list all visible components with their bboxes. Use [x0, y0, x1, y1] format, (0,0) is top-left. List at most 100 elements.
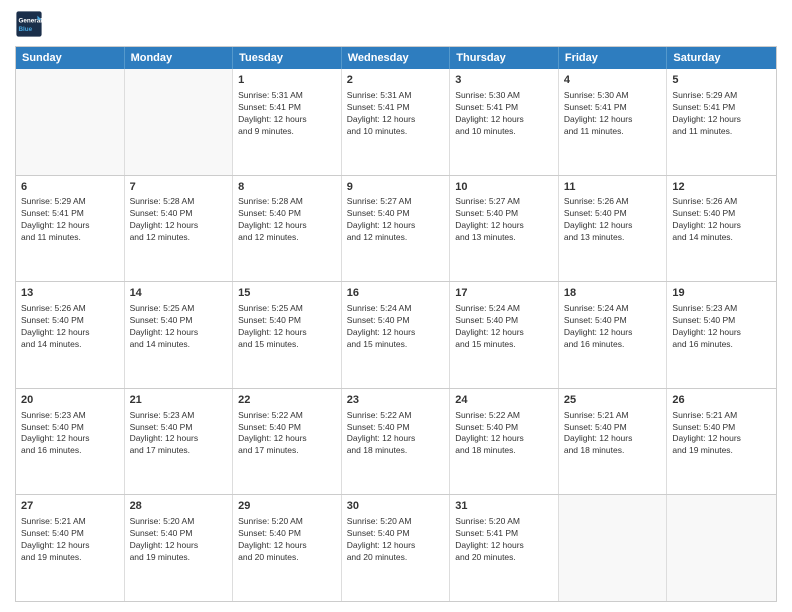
calendar-header-cell: Friday — [559, 47, 668, 69]
day-info: Sunrise: 5:29 AM Sunset: 5:41 PM Dayligh… — [21, 196, 119, 244]
day-number: 25 — [564, 393, 662, 408]
calendar-cell: 1 Sunrise: 5:31 AM Sunset: 5:41 PM Daylig… — [233, 69, 342, 175]
day-number: 14 — [130, 286, 228, 301]
day-info: Sunrise: 5:24 AM Sunset: 5:40 PM Dayligh… — [455, 303, 553, 351]
day-info: Sunrise: 5:21 AM Sunset: 5:40 PM Dayligh… — [564, 410, 662, 458]
day-info: Sunrise: 5:31 AM Sunset: 5:41 PM Dayligh… — [238, 90, 336, 138]
day-number: 5 — [672, 73, 771, 88]
calendar-cell — [125, 69, 234, 175]
day-info: Sunrise: 5:25 AM Sunset: 5:40 PM Dayligh… — [130, 303, 228, 351]
calendar-cell: 22 Sunrise: 5:22 AM Sunset: 5:40 PM Dayli… — [233, 389, 342, 495]
calendar-row: 13 Sunrise: 5:26 AM Sunset: 5:40 PM Dayli… — [16, 281, 776, 388]
day-info: Sunrise: 5:22 AM Sunset: 5:40 PM Dayligh… — [455, 410, 553, 458]
day-info: Sunrise: 5:28 AM Sunset: 5:40 PM Dayligh… — [130, 196, 228, 244]
day-info: Sunrise: 5:30 AM Sunset: 5:41 PM Dayligh… — [564, 90, 662, 138]
calendar-cell: 18 Sunrise: 5:24 AM Sunset: 5:40 PM Dayli… — [559, 282, 668, 388]
calendar-header-cell: Monday — [125, 47, 234, 69]
calendar-cell: 11Sunrise: 5:26 AM Sunset: 5:40 PM Dayli… — [559, 176, 668, 282]
day-number: 4 — [564, 73, 662, 88]
calendar-cell: 16 Sunrise: 5:24 AM Sunset: 5:40 PM Dayli… — [342, 282, 451, 388]
calendar-row: 6Sunrise: 5:29 AM Sunset: 5:41 PM Daylig… — [16, 175, 776, 282]
calendar-cell: 7Sunrise: 5:28 AM Sunset: 5:40 PM Daylig… — [125, 176, 234, 282]
day-number: 11 — [564, 180, 662, 195]
day-number: 8 — [238, 180, 336, 195]
calendar-cell: 26Sunrise: 5:21 AM Sunset: 5:40 PM Dayli… — [667, 389, 776, 495]
day-number: 24 — [455, 393, 553, 408]
day-number: 13 — [21, 286, 119, 301]
calendar-cell — [559, 495, 668, 601]
calendar-cell: 31 Sunrise: 5:20 AM Sunset: 5:41 PM Dayli… — [450, 495, 559, 601]
day-number: 6 — [21, 180, 119, 195]
calendar-cell: 25 Sunrise: 5:21 AM Sunset: 5:40 PM Dayli… — [559, 389, 668, 495]
day-info: Sunrise: 5:26 AM Sunset: 5:40 PM Dayligh… — [21, 303, 119, 351]
calendar-cell: 17 Sunrise: 5:24 AM Sunset: 5:40 PM Dayli… — [450, 282, 559, 388]
calendar-cell: 20 Sunrise: 5:23 AM Sunset: 5:40 PM Dayli… — [16, 389, 125, 495]
day-info: Sunrise: 5:21 AM Sunset: 5:40 PM Dayligh… — [21, 516, 119, 564]
day-number: 31 — [455, 499, 553, 514]
day-number: 26 — [672, 393, 771, 408]
calendar-body: 1 Sunrise: 5:31 AM Sunset: 5:41 PM Daylig… — [16, 69, 776, 601]
day-info: Sunrise: 5:27 AM Sunset: 5:40 PM Dayligh… — [347, 196, 445, 244]
calendar-cell: 14 Sunrise: 5:25 AM Sunset: 5:40 PM Dayli… — [125, 282, 234, 388]
calendar-cell: 28Sunrise: 5:20 AM Sunset: 5:40 PM Dayli… — [125, 495, 234, 601]
calendar-header-cell: Tuesday — [233, 47, 342, 69]
calendar: SundayMondayTuesdayWednesdayThursdayFrid… — [15, 46, 777, 602]
calendar-cell: 21 Sunrise: 5:23 AM Sunset: 5:40 PM Dayli… — [125, 389, 234, 495]
logo-icon: General Blue — [15, 10, 43, 38]
day-info: Sunrise: 5:24 AM Sunset: 5:40 PM Dayligh… — [347, 303, 445, 351]
day-number: 3 — [455, 73, 553, 88]
day-number: 15 — [238, 286, 336, 301]
calendar-cell: 2 Sunrise: 5:31 AM Sunset: 5:41 PM Daylig… — [342, 69, 451, 175]
day-number: 12 — [672, 180, 771, 195]
day-info: Sunrise: 5:20 AM Sunset: 5:40 PM Dayligh… — [347, 516, 445, 564]
day-number: 23 — [347, 393, 445, 408]
day-info: Sunrise: 5:27 AM Sunset: 5:40 PM Dayligh… — [455, 196, 553, 244]
day-info: Sunrise: 5:23 AM Sunset: 5:40 PM Dayligh… — [672, 303, 771, 351]
day-info: Sunrise: 5:20 AM Sunset: 5:40 PM Dayligh… — [130, 516, 228, 564]
day-info: Sunrise: 5:20 AM Sunset: 5:41 PM Dayligh… — [455, 516, 553, 564]
calendar-cell: 5 Sunrise: 5:29 AM Sunset: 5:41 PM Daylig… — [667, 69, 776, 175]
calendar-cell: 13 Sunrise: 5:26 AM Sunset: 5:40 PM Dayli… — [16, 282, 125, 388]
day-info: Sunrise: 5:22 AM Sunset: 5:40 PM Dayligh… — [347, 410, 445, 458]
calendar-cell: 19Sunrise: 5:23 AM Sunset: 5:40 PM Dayli… — [667, 282, 776, 388]
day-number: 18 — [564, 286, 662, 301]
day-number: 30 — [347, 499, 445, 514]
day-number: 16 — [347, 286, 445, 301]
day-number: 21 — [130, 393, 228, 408]
calendar-cell: 6Sunrise: 5:29 AM Sunset: 5:41 PM Daylig… — [16, 176, 125, 282]
calendar-cell — [667, 495, 776, 601]
day-number: 1 — [238, 73, 336, 88]
day-info: Sunrise: 5:26 AM Sunset: 5:40 PM Dayligh… — [672, 196, 771, 244]
day-number: 20 — [21, 393, 119, 408]
day-number: 2 — [347, 73, 445, 88]
calendar-header: SundayMondayTuesdayWednesdayThursdayFrid… — [16, 47, 776, 69]
day-number: 22 — [238, 393, 336, 408]
day-info: Sunrise: 5:26 AM Sunset: 5:40 PM Dayligh… — [564, 196, 662, 244]
day-info: Sunrise: 5:25 AM Sunset: 5:40 PM Dayligh… — [238, 303, 336, 351]
calendar-header-cell: Wednesday — [342, 47, 451, 69]
day-number: 10 — [455, 180, 553, 195]
day-info: Sunrise: 5:29 AM Sunset: 5:41 PM Dayligh… — [672, 90, 771, 138]
day-info: Sunrise: 5:23 AM Sunset: 5:40 PM Dayligh… — [130, 410, 228, 458]
calendar-header-cell: Thursday — [450, 47, 559, 69]
calendar-cell: 4 Sunrise: 5:30 AM Sunset: 5:41 PM Daylig… — [559, 69, 668, 175]
day-number: 17 — [455, 286, 553, 301]
calendar-cell: 9Sunrise: 5:27 AM Sunset: 5:40 PM Daylig… — [342, 176, 451, 282]
day-info: Sunrise: 5:22 AM Sunset: 5:40 PM Dayligh… — [238, 410, 336, 458]
calendar-row: 27 Sunrise: 5:21 AM Sunset: 5:40 PM Dayli… — [16, 494, 776, 601]
day-info: Sunrise: 5:24 AM Sunset: 5:40 PM Dayligh… — [564, 303, 662, 351]
calendar-cell: 12Sunrise: 5:26 AM Sunset: 5:40 PM Dayli… — [667, 176, 776, 282]
day-number: 9 — [347, 180, 445, 195]
logo: General Blue — [15, 10, 47, 38]
calendar-row: 20 Sunrise: 5:23 AM Sunset: 5:40 PM Dayli… — [16, 388, 776, 495]
day-info: Sunrise: 5:30 AM Sunset: 5:41 PM Dayligh… — [455, 90, 553, 138]
calendar-cell: 24 Sunrise: 5:22 AM Sunset: 5:40 PM Dayli… — [450, 389, 559, 495]
day-number: 27 — [21, 499, 119, 514]
calendar-header-cell: Sunday — [16, 47, 125, 69]
day-info: Sunrise: 5:31 AM Sunset: 5:41 PM Dayligh… — [347, 90, 445, 138]
calendar-cell: 3 Sunrise: 5:30 AM Sunset: 5:41 PM Daylig… — [450, 69, 559, 175]
svg-text:Blue: Blue — [19, 26, 33, 33]
calendar-header-cell: Saturday — [667, 47, 776, 69]
day-info: Sunrise: 5:23 AM Sunset: 5:40 PM Dayligh… — [21, 410, 119, 458]
calendar-cell: 30 Sunrise: 5:20 AM Sunset: 5:40 PM Dayli… — [342, 495, 451, 601]
